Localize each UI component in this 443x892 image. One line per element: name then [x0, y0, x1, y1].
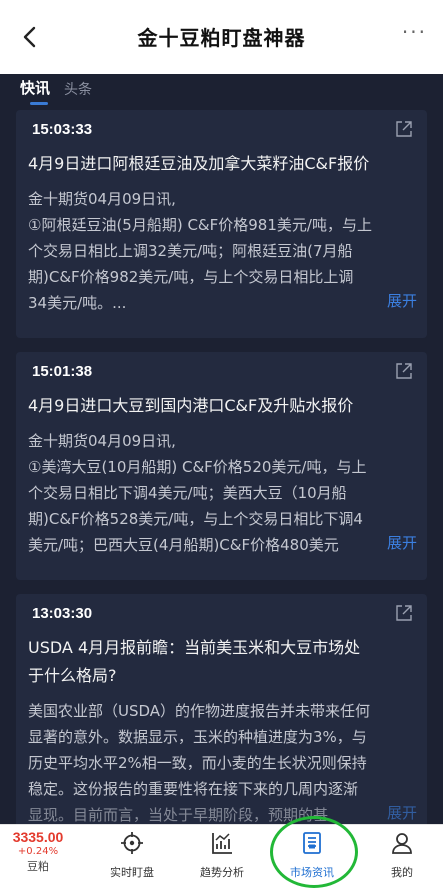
nav-item-trend[interactable]: 趋势分析: [182, 831, 262, 880]
news-body-line: 美元/吨；巴西大豆(4月船期)C&F价格480美元: [28, 536, 339, 554]
share-icon[interactable]: [395, 120, 413, 138]
news-body-line: 期)C&F价格528美元/吨，与上个交易日相比下调4: [28, 510, 363, 528]
news-headline-line: 于什么格局?: [28, 666, 117, 685]
news-body-line: 个交易日相比上调32美元/吨；阿根廷豆油(7月船: [28, 242, 353, 260]
share-icon[interactable]: [395, 362, 413, 380]
share-icon[interactable]: [395, 604, 413, 622]
news-body-line: 稳定。这份报告的重要性将在接下来的几周内逐渐: [28, 780, 359, 798]
tab-active-indicator: [30, 102, 48, 105]
news-body-line: ①美湾大豆(10月船期) C&F价格520美元/吨，与上: [28, 458, 367, 476]
top-bar: 金十豆粕盯盘神器 ···: [0, 0, 443, 74]
expand-link[interactable]: 展开: [382, 802, 417, 823]
trend-chart-icon: [212, 833, 232, 854]
expand-link[interactable]: 展开: [382, 290, 417, 311]
news-body-line: 期)C&F价格982美元/吨，与上个交易日相比上调: [28, 268, 354, 286]
news-body-line: 金十期货04月09日讯,: [28, 432, 176, 450]
news-body-line: 历史平均水平2%相一致，而小麦的生长状况则保持: [28, 754, 367, 772]
nav-item-label: 趋势分析: [200, 866, 244, 879]
price-ticker[interactable]: 3335.00 +0.24% 豆粕: [10, 829, 66, 874]
news-headline: 4月9日进口大豆到国内港口C&F及升贴水报价: [28, 396, 354, 415]
page-title: 金十豆粕盯盘神器: [137, 26, 306, 50]
news-time: 15:03:33: [32, 121, 93, 138]
news-headline-line: USDA 4月月报前瞻：当前美玉米和大豆市场处: [28, 638, 361, 657]
nav-item-label: 实时盯盘: [110, 866, 154, 879]
news-body-line: 美国农业部（USDA）的作物进度报告并未带来任何: [28, 702, 371, 720]
news-feed[interactable]: 15:03:33 4月9日进口阿根廷豆油及加拿大菜籽油C&F报价 金十期货04月…: [0, 110, 443, 824]
news-card[interactable]: 13:03:30 USDA 4月月报前瞻：当前美玉米和大豆市场处 于什么格局? …: [16, 594, 427, 824]
news-body: 金十期货04月09日讯, ①阿根廷豆油(5月船期) C&F价格981美元/吨，与…: [28, 186, 417, 316]
price-value: 3335.00: [12, 829, 64, 845]
price-change: +0.24%: [17, 846, 59, 857]
crosshair-icon: [121, 832, 143, 854]
highlight-annotation: [270, 816, 358, 888]
news-headline: USDA 4月月报前瞻：当前美玉米和大豆市场处 于什么格局?: [28, 634, 417, 690]
news-body-line: 个交易日相比下调4美元/吨；美西大豆（10月船: [28, 484, 347, 502]
user-icon: [392, 833, 412, 854]
news-time: 13:03:30: [32, 605, 93, 622]
expand-link[interactable]: 展开: [382, 532, 417, 553]
news-body: 美国农业部（USDA）的作物进度报告并未带来任何 显著的意外。数据显示，玉米的种…: [28, 698, 417, 824]
news-time: 15:01:38: [32, 363, 93, 380]
news-body: 金十期货04月09日讯, ①美湾大豆(10月船期) C&F价格520美元/吨，与…: [28, 428, 417, 558]
more-icon[interactable]: ···: [402, 20, 427, 44]
news-headline: 4月9日进口阿根廷豆油及加拿大菜籽油C&F报价: [28, 154, 370, 173]
news-body-line: 显著的意外。数据显示，玉米的种植进度为3%，与: [28, 728, 367, 746]
tab-bar: 快讯 头条: [0, 74, 443, 110]
tab-flash[interactable]: 快讯: [20, 77, 50, 98]
nav-item-realtime[interactable]: 实时盯盘: [92, 831, 172, 880]
nav-item-me[interactable]: 我的: [362, 831, 442, 880]
tab-headlines[interactable]: 头条: [64, 79, 92, 99]
news-card[interactable]: 15:01:38 4月9日进口大豆到国内港口C&F及升贴水报价 金十期货04月0…: [16, 352, 427, 580]
news-body-line: ①阿根廷豆油(5月船期) C&F价格981美元/吨，与上: [28, 216, 372, 234]
news-body-line: 金十期货04月09日讯,: [28, 190, 176, 208]
bottom-nav: 3335.00 +0.24% 豆粕 实时盯盘 趋势分析 市场资讯 我的: [0, 824, 443, 892]
news-card[interactable]: 15:03:33 4月9日进口阿根廷豆油及加拿大菜籽油C&F报价 金十期货04月…: [16, 110, 427, 338]
price-name: 豆粕: [27, 860, 49, 873]
news-body-line: 34美元/吨。...: [28, 294, 127, 312]
nav-item-label: 我的: [391, 866, 413, 879]
